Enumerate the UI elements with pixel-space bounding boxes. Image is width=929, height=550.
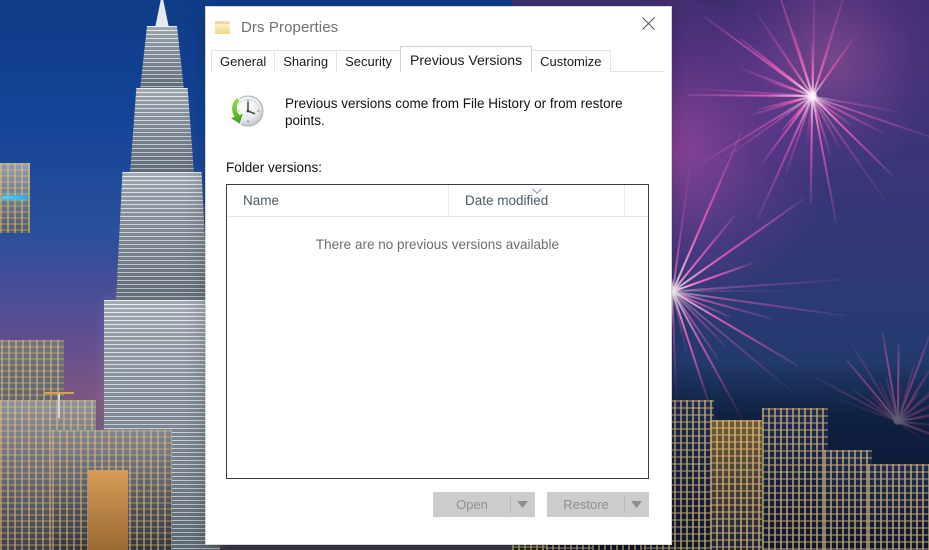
tab-previous-versions[interactable]: Previous Versions — [400, 46, 533, 72]
tab-sharing-label: Sharing — [283, 54, 329, 69]
column-header-spacer[interactable] — [624, 185, 648, 216]
restore-dropdown-chevron-down-icon[interactable] — [625, 493, 648, 516]
properties-tabstrip: General Sharing Security Previous Versio… — [206, 46, 671, 72]
tab-general[interactable]: General — [211, 50, 276, 72]
tab-security-label: Security — [345, 54, 393, 69]
previous-versions-tabpage: Previous versions come from File History… — [206, 72, 671, 544]
building-right-7 — [824, 450, 872, 550]
column-header-date-modified[interactable]: Date modified — [448, 185, 624, 216]
neon-sign — [2, 196, 28, 199]
tab-customize[interactable]: Customize — [531, 50, 611, 72]
building-right-6 — [762, 408, 828, 550]
restore-clock-icon — [226, 92, 266, 130]
open-button[interactable]: Open — [434, 493, 510, 516]
folder-icon — [215, 20, 230, 34]
tab-general-label: General — [220, 54, 267, 69]
info-banner: Previous versions come from File History… — [226, 91, 649, 130]
firework-ray — [671, 290, 719, 360]
action-button-row: Open Restore — [226, 492, 649, 517]
tab-customize-label: Customize — [540, 54, 602, 69]
firework-ray — [671, 290, 798, 366]
tab-security[interactable]: Security — [336, 50, 402, 72]
restore-split-button[interactable]: Restore — [547, 492, 649, 517]
tab-sharing[interactable]: Sharing — [274, 50, 338, 72]
tower-upper-section — [140, 26, 184, 90]
dialog-titlebar[interactable]: Drs Properties — [206, 7, 671, 47]
drs-properties-dialog: Drs Properties General Sharing Security … — [205, 6, 672, 545]
list-column-header-row: Name Date modified — [227, 185, 648, 217]
folder-versions-listbox[interactable]: Name Date modified There are no previous… — [226, 184, 649, 479]
tower-mid-section — [130, 88, 194, 174]
restore-button[interactable]: Restore — [548, 493, 624, 516]
open-split-button[interactable]: Open — [433, 492, 535, 517]
building-lit-orange — [88, 470, 128, 550]
sort-descending-icon — [530, 185, 544, 195]
column-header-name[interactable]: Name — [227, 185, 448, 216]
dialog-title: Drs Properties — [241, 18, 339, 36]
open-button-label: Open — [456, 497, 488, 512]
info-text: Previous versions come from File History… — [285, 96, 623, 128]
tab-previous-versions-label: Previous Versions — [410, 51, 523, 68]
open-dropdown-chevron-down-icon[interactable] — [511, 493, 534, 516]
empty-list-message: There are no previous versions available — [315, 237, 560, 252]
building-right-5 — [710, 420, 768, 550]
building-right-8 — [868, 464, 929, 550]
restore-button-label: Restore — [563, 497, 609, 512]
column-header-name-label: Name — [243, 193, 280, 208]
crane-jib — [44, 392, 74, 394]
crane-mast — [58, 394, 60, 418]
desktop-screen: Drs Properties General Sharing Security … — [0, 0, 929, 550]
tower-spire — [155, 0, 169, 28]
close-icon[interactable] — [626, 7, 671, 39]
tower-lower-section — [116, 172, 208, 302]
folder-versions-label: Folder versions: — [226, 160, 323, 175]
